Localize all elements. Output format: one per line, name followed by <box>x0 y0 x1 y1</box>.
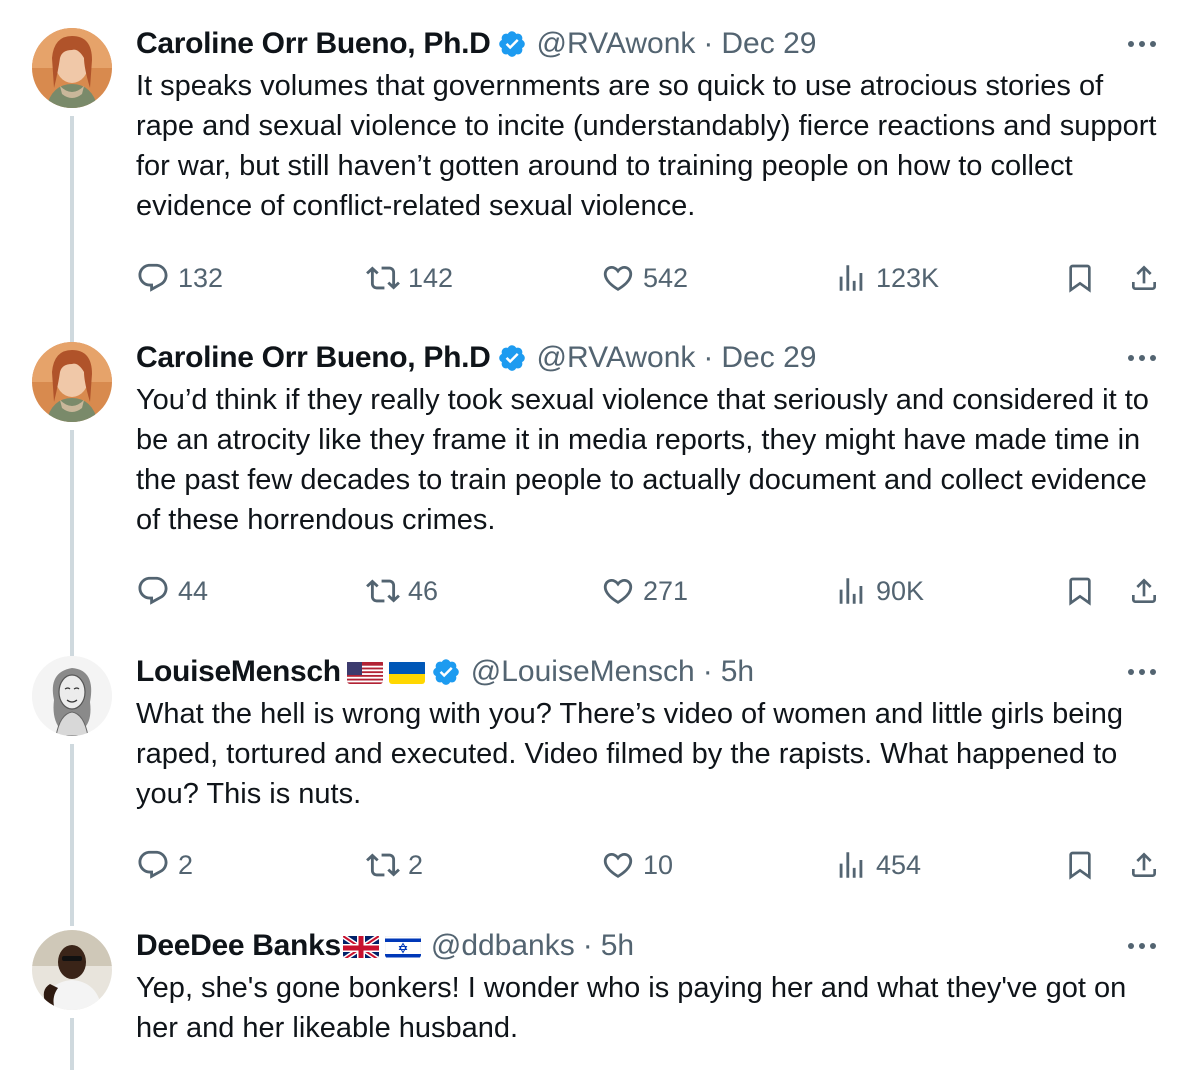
tweet-text: Yep, she's gone bonkers! I wonder who is… <box>136 972 1127 1044</box>
timestamp[interactable]: Dec 29 <box>721 27 816 61</box>
reply-icon <box>138 263 168 292</box>
reply-button[interactable]: 44 <box>136 574 208 608</box>
timestamp[interactable]: 5h <box>601 929 634 963</box>
reply-count: 44 <box>178 575 209 606</box>
tweet-text: What the hell is wrong with you? There’s… <box>136 698 1124 810</box>
avatar[interactable] <box>32 656 112 736</box>
views-button[interactable]: 123K <box>834 261 939 295</box>
verified-badge-icon <box>431 657 461 687</box>
retweet-button[interactable]: 2 <box>366 848 423 882</box>
thread-line <box>70 312 74 342</box>
like-count: 542 <box>643 262 689 293</box>
views-count: 123K <box>876 262 940 293</box>
tweet-header: LouiseMensch @LouiseMensch · 5h <box>136 652 1162 692</box>
retweet-button[interactable]: 142 <box>366 261 453 295</box>
handle[interactable]: @LouiseMensch <box>471 655 695 689</box>
tweet-header: Caroline Orr Bueno, Ph.D @RVAwonk · Dec … <box>136 24 1162 64</box>
tweet-header: Caroline Orr Bueno, Ph.D @RVAwonk · Dec … <box>136 338 1162 378</box>
heart-icon <box>603 578 633 604</box>
views-chart-icon <box>839 852 863 878</box>
like-button[interactable]: 10 <box>601 848 673 882</box>
separator: · <box>703 341 714 374</box>
more-options-icon[interactable] <box>1122 24 1162 64</box>
separator: · <box>703 27 714 60</box>
timestamp[interactable]: Dec 29 <box>721 341 816 375</box>
action-bar: 44 46 271 90K <box>136 571 1162 611</box>
separator: · <box>582 929 593 962</box>
ukraine-flag-icon <box>388 660 425 684</box>
us-flag-icon <box>346 660 383 684</box>
israel-flag-icon <box>384 934 421 958</box>
action-bar: 2 2 10 454 <box>136 845 1162 885</box>
display-name[interactable]: Caroline Orr Bueno, Ph.D <box>136 27 491 61</box>
reply-icon <box>138 576 168 605</box>
thread-line <box>70 116 74 338</box>
reply-count: 132 <box>178 262 224 293</box>
heart-icon <box>603 852 633 878</box>
avatar[interactable] <box>32 28 112 108</box>
retweet-count: 2 <box>408 849 424 880</box>
tweet-3[interactable]: LouiseMensch @LouiseMensch · 5h What the… <box>0 642 1192 926</box>
handle[interactable]: @ddbanks <box>431 929 575 963</box>
bookmark-icon[interactable] <box>1064 849 1096 881</box>
tweet-1[interactable]: Caroline Orr Bueno, Ph.D @RVAwonk · Dec … <box>0 27 1192 338</box>
thread-line <box>70 744 74 926</box>
reply-icon <box>138 850 168 879</box>
retweet-button[interactable]: 46 <box>366 574 438 608</box>
share-icon[interactable] <box>1128 849 1160 881</box>
reply-count: 2 <box>178 849 194 880</box>
bookmark-icon[interactable] <box>1064 575 1096 607</box>
bookmark-icon[interactable] <box>1064 262 1096 294</box>
like-count: 271 <box>643 575 689 606</box>
reply-button[interactable]: 2 <box>136 848 193 882</box>
heart-icon <box>603 265 633 291</box>
thread-line <box>70 430 74 642</box>
handle[interactable]: @RVAwonk <box>537 341 696 375</box>
like-count: 10 <box>643 849 674 880</box>
like-button[interactable]: 542 <box>601 261 688 295</box>
thread-line <box>70 1018 74 1070</box>
verified-badge-icon <box>497 343 527 373</box>
retweet-count: 142 <box>408 262 454 293</box>
verified-badge-icon <box>497 29 527 59</box>
display-name[interactable]: DeeDee Banks <box>136 929 341 963</box>
more-options-icon[interactable] <box>1122 652 1162 692</box>
timestamp[interactable]: 5h <box>721 655 754 689</box>
display-name[interactable]: LouiseMensch <box>136 655 341 689</box>
retweet-icon <box>366 266 400 290</box>
views-chart-icon <box>839 265 863 291</box>
separator: · <box>702 655 713 688</box>
share-icon[interactable] <box>1128 575 1160 607</box>
more-options-icon[interactable] <box>1122 338 1162 378</box>
uk-flag-icon <box>342 934 379 958</box>
tweet-text: You’d think if they really took sexual v… <box>136 384 1149 536</box>
display-name[interactable]: Caroline Orr Bueno, Ph.D <box>136 341 491 375</box>
reply-button[interactable]: 132 <box>136 261 223 295</box>
thread-line <box>70 642 74 656</box>
retweet-icon <box>366 853 400 877</box>
retweet-count: 46 <box>408 575 439 606</box>
views-count: 454 <box>876 849 922 880</box>
views-button[interactable]: 90K <box>834 574 924 608</box>
views-button[interactable]: 454 <box>834 848 921 882</box>
avatar[interactable] <box>32 342 112 422</box>
retweet-icon <box>366 579 400 603</box>
more-options-icon[interactable] <box>1122 926 1162 966</box>
like-button[interactable]: 271 <box>601 574 688 608</box>
action-bar: 132 142 542 123K <box>136 258 1162 298</box>
views-count: 90K <box>876 575 925 606</box>
tweet-header: DeeDee Banks @ddbanks · 5h <box>136 926 1162 966</box>
tweet-4[interactable]: DeeDee Banks @ddbanks · 5h Yep, she's go… <box>0 929 1192 1070</box>
share-icon[interactable] <box>1128 262 1160 294</box>
views-chart-icon <box>839 578 863 604</box>
avatar[interactable] <box>32 930 112 1010</box>
tweet-text: It speaks volumes that governments are s… <box>136 70 1157 222</box>
tweet-2[interactable]: Caroline Orr Bueno, Ph.D @RVAwonk · Dec … <box>0 312 1192 642</box>
handle[interactable]: @RVAwonk <box>537 27 696 61</box>
